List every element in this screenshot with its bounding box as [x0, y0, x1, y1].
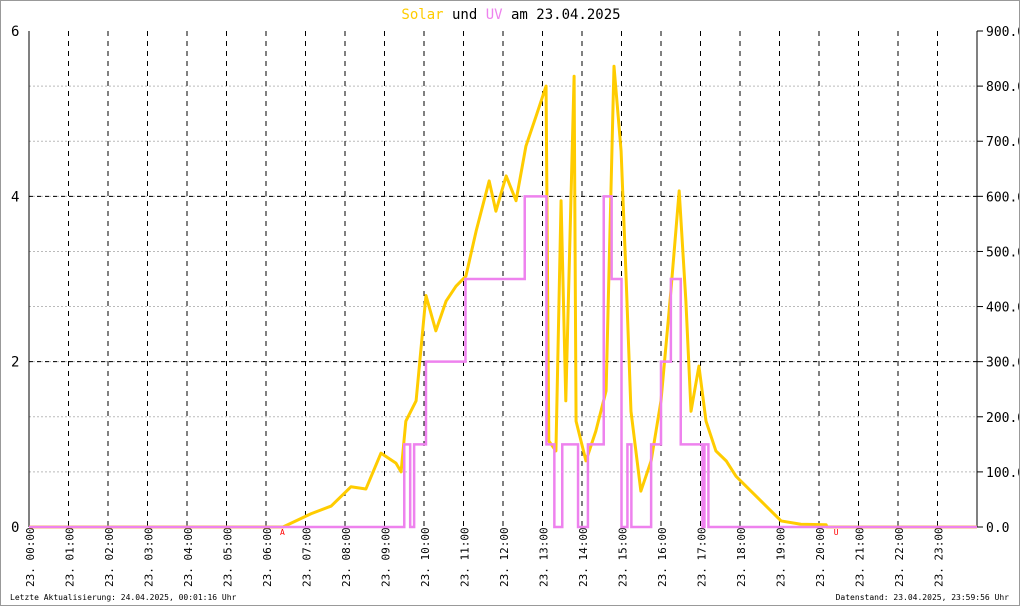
x-tick-label: 23. 00:00	[24, 527, 37, 587]
chart-image: Solar und UV am 23.04.2025 0.0 100.0 200.0 3…	[0, 0, 1020, 606]
x-tick-label: 23. 23:00	[933, 527, 946, 587]
x-tick-label: 23. 05:00	[222, 527, 235, 587]
title-part: UV	[477, 7, 503, 23]
x-tick-label: 23. 03:00	[143, 527, 156, 587]
x-tick-label: 23. 04:00	[182, 527, 195, 587]
x-tick-label: 23. 15:00	[617, 527, 630, 587]
x-tick-label: 23. 14:00	[577, 527, 590, 587]
x-tick-label: 23. 12:00	[498, 527, 511, 587]
x-tick-label: 23. 19:00	[775, 527, 788, 587]
x-tick-label: 23. 16:00	[656, 527, 669, 587]
x-tick-label: 23. 18:00	[735, 527, 748, 587]
right-tick-label: 300.0	[986, 356, 1019, 371]
solar-uv-chart: Solar und UV am 23.04.2025 0.0 100.0 200.0 3…	[11, 7, 1019, 587]
right-tick-label: 400.0	[986, 301, 1019, 316]
x-tick-label: 23. 13:00	[538, 527, 551, 587]
x-tick-label: 23. 22:00	[893, 527, 906, 587]
title-part: Solar	[401, 7, 443, 23]
x-tick-label: 23. 01:00	[64, 527, 77, 587]
x-tick-label: 23. 07:00	[301, 527, 314, 587]
x-tick-label: 23. 02:00	[103, 527, 116, 587]
left-tick-label: 4	[11, 189, 19, 205]
x-tick-label: 23. 20:00	[814, 527, 827, 587]
right-tick-label: 200.0	[986, 411, 1019, 426]
chart-title: Solar und UV am 23.04.2025	[401, 7, 620, 23]
x-tick-label: 23. 09:00	[380, 527, 393, 587]
last-update-text: Letzte Aktualisierung: 24.04.2025, 00:01…	[10, 593, 237, 602]
right-tick-label: 900.0	[986, 25, 1019, 40]
x-tick-label: 23. 11:00	[459, 527, 472, 587]
x-tick-label: 23. 10:00	[419, 527, 432, 587]
x-tick-label: 23. 21:00	[854, 527, 867, 587]
title-part: und	[444, 7, 478, 23]
right-tick-label: 600.0	[986, 190, 1019, 205]
right-tick-label: 100.0	[986, 466, 1019, 481]
x-tick-label: 23. 06:00	[261, 527, 274, 587]
left-tick-label: 2	[11, 355, 19, 371]
marker-a: A	[280, 528, 285, 537]
marker-u: U	[834, 528, 839, 537]
left-tick-label: 0	[11, 520, 19, 536]
data-timestamp-text: Datenstand: 23.04.2025, 23:59:56 Uhr	[835, 593, 1009, 602]
right-tick-label: 700.0	[986, 135, 1019, 150]
right-tick-label: 500.0	[986, 245, 1019, 260]
right-tick-label: 800.0	[986, 80, 1019, 95]
x-tick-label: 23. 08:00	[340, 527, 353, 587]
title-part: am 23.04.2025	[503, 7, 621, 23]
x-tick-label: 23. 17:00	[696, 527, 709, 587]
left-tick-label: 6	[11, 24, 19, 40]
right-tick-label: 0.0	[986, 521, 1009, 536]
